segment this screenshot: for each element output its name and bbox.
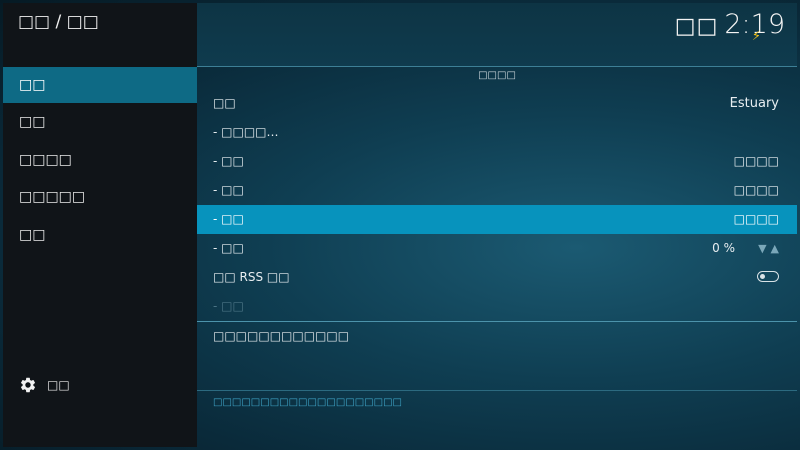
app-window: □□ / □□ □□ □□ □□□□ □□□□□ □□ □□ □□ 2:19 ⚡ [0, 0, 800, 450]
setting-row[interactable]: - □□ □□□□ [197, 147, 797, 176]
clock-prefix: □□ [674, 14, 719, 39]
breadcrumb: □□ / □□ [18, 12, 99, 32]
setting-row[interactable]: - □□ □□□□ [197, 176, 797, 205]
setting-row-skin[interactable]: □□ Estuary [197, 89, 797, 118]
settings-label: □□ [47, 378, 70, 392]
setting-value: □□□□ [733, 154, 779, 168]
lightning-bolt-icon: ⚡ [751, 29, 761, 44]
description-divider [197, 321, 797, 322]
setting-label: - □□ [213, 183, 244, 197]
sidebar-item-1[interactable]: □□ [3, 67, 197, 103]
spinner-arrows[interactable]: ▼ ▲ [758, 234, 779, 263]
sidebar: □□ / □□ □□ □□ □□□□ □□□□□ □□ □□ [3, 3, 197, 447]
chevron-down-icon[interactable]: ▼ [758, 234, 766, 263]
sidebar-item-label: □□ [19, 77, 46, 93]
top-bar: □□ 2:19 ⚡ [197, 3, 797, 67]
footer-hint: □□□□□□□□□□□□□□□□□□□□ [213, 397, 402, 408]
setting-label: - □□ [213, 154, 244, 168]
setting-row-selected[interactable]: - □□ □□□□ [197, 205, 797, 234]
sidebar-item-label: □□ [19, 114, 46, 130]
setting-description: □□□□□□□□□□□□ [213, 329, 350, 343]
rss-toggle[interactable] [757, 271, 779, 282]
setting-label: - □□ [213, 241, 244, 255]
setting-row[interactable]: - □□□□… [197, 118, 797, 147]
setting-row-spinner[interactable]: - □□ 0 % ▼ ▲ [197, 234, 797, 263]
footer-divider [197, 390, 797, 391]
sidebar-item-4[interactable]: □□□□□ [3, 179, 197, 215]
setting-label: - □□□□… [213, 125, 279, 139]
sidebar-item-label: □□ [19, 227, 46, 243]
gear-icon [20, 377, 36, 393]
setting-row-rss[interactable]: □□ RSS □□ [197, 263, 797, 292]
top-divider [197, 66, 797, 67]
section-title: □□□□ [478, 70, 516, 81]
clock: □□ 2:19 [675, 9, 785, 40]
setting-label: □□ RSS □□ [213, 270, 290, 284]
chevron-up-icon[interactable]: ▲ [771, 234, 779, 263]
setting-value: 0 % [712, 241, 735, 255]
setting-label: - □□ [213, 212, 244, 226]
sidebar-item-label: □□□□□ [19, 189, 86, 205]
settings-button[interactable]: □□ [19, 374, 70, 396]
setting-value: □□□□ [733, 212, 779, 226]
sidebar-item-5[interactable]: □□ [3, 217, 197, 253]
sidebar-item-3[interactable]: □□□□ [3, 142, 197, 178]
setting-row-disabled: - □□ [197, 292, 797, 321]
sidebar-item-2[interactable]: □□ [3, 104, 197, 140]
setting-value: □□□□ [733, 183, 779, 197]
sidebar-item-label: □□□□ [19, 152, 72, 168]
setting-label: □□ [213, 96, 236, 110]
setting-label: - □□ [213, 299, 244, 313]
setting-value: Estuary [729, 96, 779, 111]
